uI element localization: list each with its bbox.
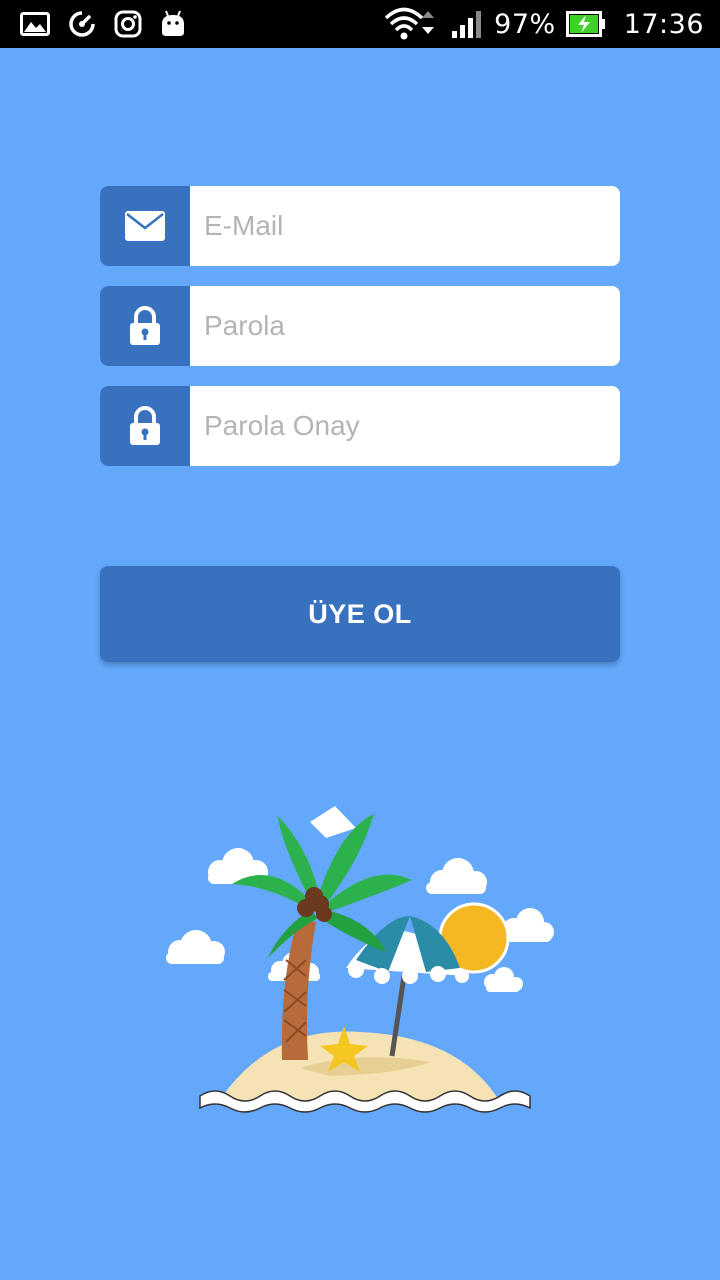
password-input[interactable] [190, 286, 614, 366]
battery-charging-icon [565, 11, 606, 37]
password-field-container [100, 286, 620, 366]
gallery-icon [20, 12, 50, 36]
battery-percent: 97% [494, 8, 556, 40]
status-bar: 97% 17:36 [0, 0, 720, 48]
beach-island-illustration [160, 800, 560, 1120]
email-field-container [100, 186, 620, 266]
email-input[interactable] [190, 186, 614, 266]
register-button[interactable]: ÜYE OL [100, 566, 620, 662]
clock: 17:36 [623, 8, 704, 40]
lock-icon [100, 286, 190, 366]
signal-icon [450, 9, 484, 39]
mail-icon [100, 186, 190, 266]
lock-icon [100, 386, 190, 466]
instagram-icon [114, 10, 142, 38]
speed-icon [68, 10, 96, 38]
password-confirm-input[interactable] [190, 386, 614, 466]
android-icon [160, 10, 186, 38]
wifi-icon [384, 7, 440, 41]
password-confirm-field-container [100, 386, 620, 466]
